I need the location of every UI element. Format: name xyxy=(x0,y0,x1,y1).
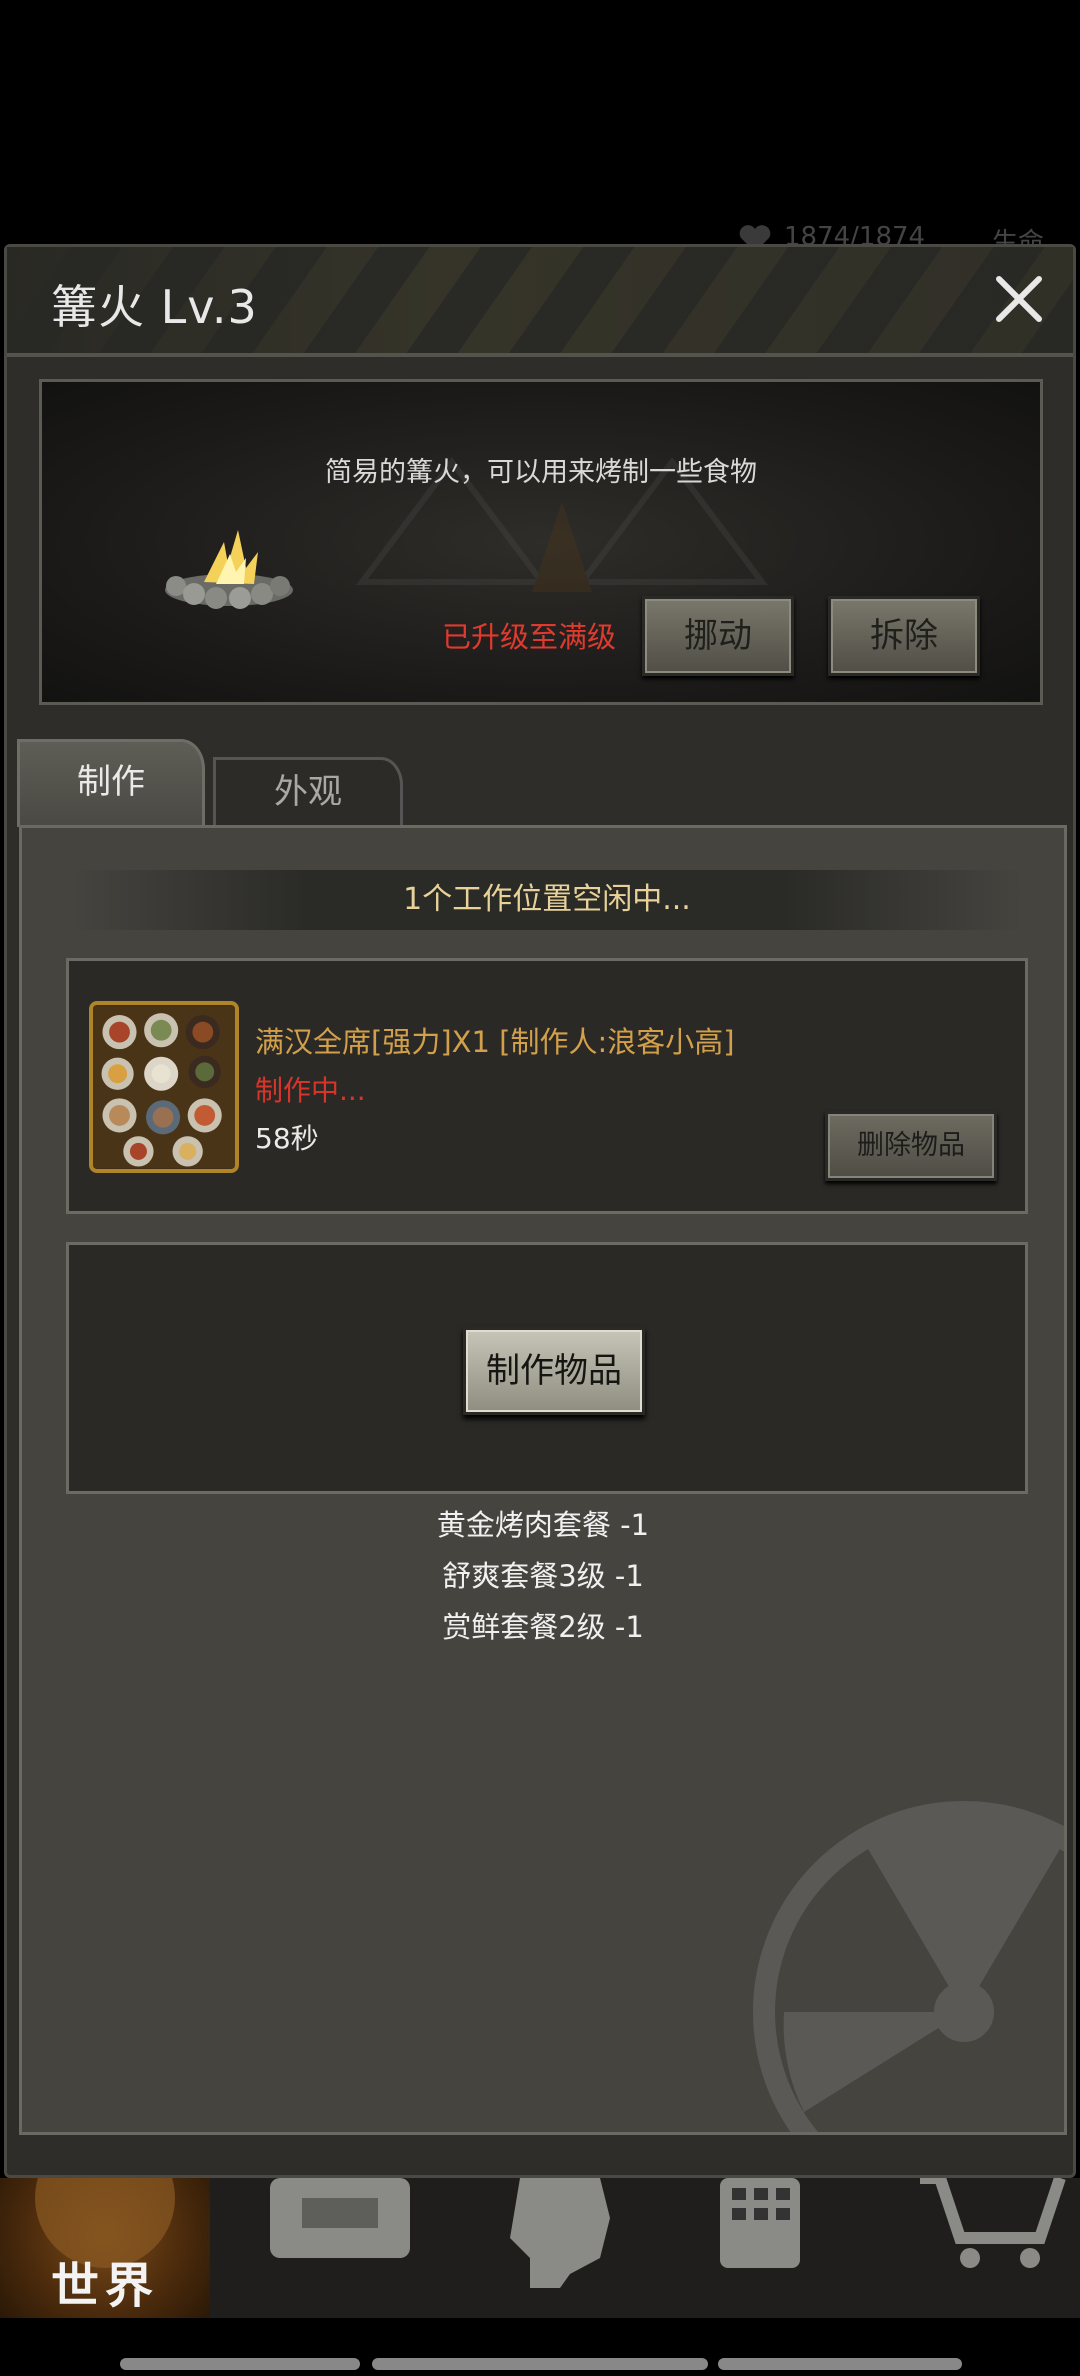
delete-item-button[interactable]: 删除物品 xyxy=(825,1111,997,1181)
nav-backpack[interactable] xyxy=(240,2178,440,2318)
nav-world[interactable]: 世界 xyxy=(0,2178,210,2318)
tab-craft[interactable]: 制作 xyxy=(17,739,205,827)
max-level-label: 已升级至满级 xyxy=(442,620,617,654)
bottom-navigation: 世界 xyxy=(0,2172,1080,2318)
phone-icon xyxy=(720,2178,800,2268)
character-head-icon xyxy=(510,2178,610,2288)
nav-character[interactable] xyxy=(460,2178,660,2318)
job-item-name: 满汉全席[强力]X1 [制作人:浪客小高] xyxy=(255,1025,735,1059)
dialog-titlebar: 篝火 Lv.3 xyxy=(7,247,1073,357)
empty-craft-slot: 制作物品 xyxy=(66,1242,1028,1494)
feast-dishes-icon xyxy=(89,1001,239,1173)
craft-item-button[interactable]: 制作物品 xyxy=(463,1327,645,1415)
dialog-title: 篝火 Lv.3 xyxy=(51,280,258,334)
close-icon[interactable] xyxy=(987,267,1051,331)
backpack-icon xyxy=(270,2178,410,2258)
job-status: 制作中... xyxy=(255,1074,366,1107)
nav-world-label: 世界 xyxy=(50,2258,159,2314)
gesture-bar-segment xyxy=(372,2358,708,2370)
idle-slots-banner: 1个工作位置空闲中... xyxy=(72,870,1022,930)
demolish-button[interactable]: 拆除 xyxy=(828,596,980,676)
campfire-icon xyxy=(165,530,293,609)
bonus-list: 黄金烤肉套餐 -1 舒爽套餐3级 -1 赏鲜套餐2级 -1 xyxy=(22,1500,1064,1653)
craft-content: 1个工作位置空闲中... 满汉全席[强力]X1 [制作人:浪客小高] 制作中..… xyxy=(19,825,1067,2135)
nav-shop[interactable] xyxy=(900,2172,1080,2318)
gesture-bar-segment xyxy=(718,2358,962,2370)
building-dialog: 篝火 Lv.3 简易的篝火，可以用来烤制一些食物 已升级至满级 挪动 拆除 制作… xyxy=(4,244,1076,2178)
tab-appearance[interactable]: 外观 xyxy=(213,757,403,827)
bonus-item: 舒爽套餐3级 -1 xyxy=(442,1559,644,1593)
crafting-job-card: 满汉全席[强力]X1 [制作人:浪客小高] 制作中... 58秒 删除物品 xyxy=(66,958,1028,1214)
shopping-cart-icon xyxy=(920,2172,1066,2268)
move-button[interactable]: 挪动 xyxy=(642,596,794,676)
nav-phone[interactable] xyxy=(680,2178,880,2318)
job-time-left: 58秒 xyxy=(255,1122,319,1155)
radiation-symbol-icon xyxy=(753,1801,1064,2132)
building-info-box: 简易的篝火，可以用来烤制一些食物 已升级至满级 挪动 拆除 xyxy=(39,379,1043,705)
building-description: 简易的篝火，可以用来烤制一些食物 xyxy=(325,457,757,488)
gesture-bar-segment xyxy=(120,2358,360,2370)
bonus-item: 黄金烤肉套餐 -1 xyxy=(436,1508,650,1542)
bonus-item: 赏鲜套餐2级 -1 xyxy=(442,1610,644,1644)
